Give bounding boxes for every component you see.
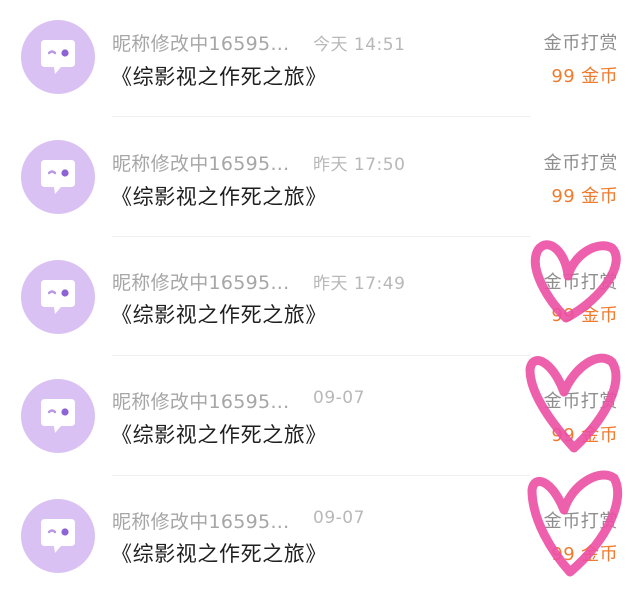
book-title: 《综影视之作死之旅》 [111,303,327,327]
divider [112,116,530,117]
book-title: 《综影视之作死之旅》 [111,185,327,209]
list-item[interactable]: 昵称修改中16595... 09-07 《综影视之作死之旅》 金币打赏 99 金… [0,479,640,599]
list-item[interactable]: 昵称修改中16595... 今天 14:51 《综影视之作死之旅》 金币打赏 9… [0,0,640,120]
avatar[interactable] [21,260,95,334]
reward-amount: 99 金币 [551,425,618,446]
avatar[interactable] [21,499,95,573]
timestamp: 今天 14:51 [313,35,406,55]
avatar[interactable] [21,20,95,94]
list-item[interactable]: 昵称修改中16595... 昨天 17:50 《综影视之作死之旅》 金币打赏 9… [0,120,640,240]
list-item[interactable]: 昵称修改中16595... 昨天 17:49 《综影视之作死之旅》 金币打赏 9… [0,240,640,360]
reward-type: 金币打赏 [543,511,618,532]
chat-bubble-wink-icon [41,519,75,553]
chat-bubble-wink-icon [41,160,75,194]
book-title: 《综影视之作死之旅》 [111,423,327,447]
chat-bubble-wink-icon [41,399,75,433]
nickname: 昵称修改中16595... [112,33,290,55]
book-title: 《综影视之作死之旅》 [111,65,327,89]
timestamp: 09-07 [313,388,365,408]
nickname: 昵称修改中16595... [112,272,290,294]
divider [112,475,530,476]
reward-amount: 99 金币 [551,544,618,565]
nickname: 昵称修改中16595... [112,153,290,175]
timestamp: 昨天 17:49 [313,274,406,294]
timestamp: 09-07 [313,508,365,528]
reward-type: 金币打赏 [543,391,618,412]
reward-type: 金币打赏 [543,272,618,293]
divider [112,355,530,356]
chat-bubble-wink-icon [41,40,75,74]
reward-list: 昵称修改中16595... 今天 14:51 《综影视之作死之旅》 金币打赏 9… [0,0,640,583]
divider [112,236,530,237]
list-item[interactable]: 昵称修改中16595... 09-07 《综影视之作死之旅》 金币打赏 99 金… [0,359,640,479]
nickname: 昵称修改中16595... [112,391,290,413]
reward-amount: 99 金币 [551,66,618,87]
avatar[interactable] [21,379,95,453]
timestamp: 昨天 17:50 [313,155,406,175]
reward-type: 金币打赏 [543,33,618,54]
reward-amount: 99 金币 [551,186,618,207]
nickname: 昵称修改中16595... [112,511,290,533]
book-title: 《综影视之作死之旅》 [111,542,327,566]
chat-bubble-wink-icon [41,280,75,314]
avatar[interactable] [21,140,95,214]
reward-amount: 99 金币 [551,305,618,326]
reward-type: 金币打赏 [543,153,618,174]
